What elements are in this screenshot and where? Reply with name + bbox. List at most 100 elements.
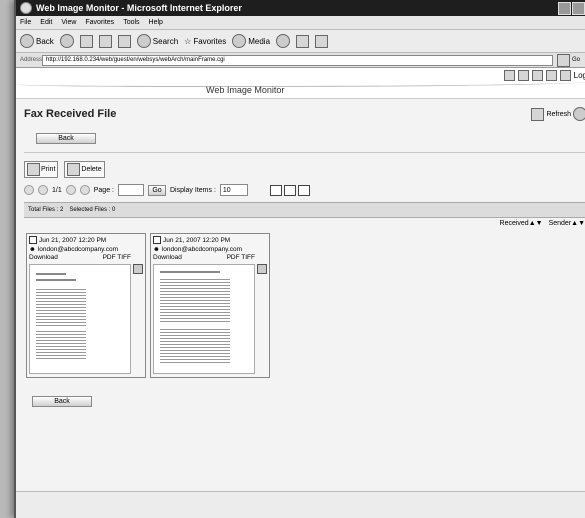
download-link[interactable]: Download — [29, 254, 58, 261]
download-link[interactable]: Download — [153, 254, 182, 261]
back-button-bottom[interactable]: Back — [32, 396, 92, 407]
title-bar: Web Image Monitor - Microsoft Internet E… — [16, 0, 585, 16]
mail-icon[interactable] — [296, 34, 310, 48]
sort-row: Received▲▼ Sender▲▼ — [24, 220, 585, 227]
file-card-header: Jun 21, 2007 12:20 PM — [151, 234, 269, 246]
file-sender-row: ☻ london@abcdcompany.com — [151, 246, 269, 253]
divider — [24, 152, 585, 153]
go-arrow-icon — [557, 53, 570, 67]
browser-back-button[interactable]: Back — [20, 34, 54, 48]
delete-label: Delete — [81, 166, 102, 173]
logout-label[interactable]: Log — [574, 71, 585, 80]
first-page-icon[interactable] — [24, 185, 34, 195]
file-links: Download PDF TIFF — [151, 253, 269, 262]
delete-button[interactable]: Delete — [64, 161, 105, 178]
display-items-select[interactable]: 10 — [219, 184, 248, 196]
file-type[interactable]: PDF TIFF — [227, 254, 255, 261]
icon-view-icon[interactable] — [283, 184, 296, 196]
file-card: Jun 21, 2007 12:20 PM ☻ london@abcdcompa… — [26, 233, 146, 378]
address-input[interactable]: http://192.168.0.234/web/guest/en/websys… — [42, 54, 553, 66]
print-label: Print — [41, 166, 56, 173]
favorites-button[interactable]: ☆ Favorites — [184, 37, 226, 46]
info-icon[interactable] — [545, 70, 557, 81]
prev-page-icon[interactable] — [38, 185, 48, 195]
file-sender: london@abcdcompany.com — [161, 246, 243, 253]
refresh-page-icon — [531, 107, 545, 121]
refresh-icon[interactable] — [98, 34, 112, 48]
maximize-icon[interactable] — [572, 1, 585, 15]
print-button[interactable]: Print — [24, 161, 59, 178]
page-input[interactable] — [117, 184, 144, 196]
file-sender: london@abcdcompany.com — [37, 246, 119, 253]
search-label: Search — [152, 36, 179, 46]
address-bar: Address http://192.168.0.234/web/guest/e… — [16, 53, 585, 68]
header-swoosh — [16, 78, 585, 87]
selected-files: Selected Files : 0 — [69, 207, 116, 213]
file-date: Jun 21, 2007 12:20 PM — [39, 236, 107, 244]
menu-tools[interactable]: Tools — [123, 19, 139, 26]
search-button[interactable]: Search — [136, 34, 179, 48]
file-type[interactable]: PDF TIFF — [103, 254, 131, 261]
user-icon: ☻ — [29, 246, 36, 253]
sort-sender[interactable]: Sender▲▼ — [549, 220, 585, 227]
media-label: Media — [248, 36, 271, 46]
stop-icon[interactable] — [79, 34, 93, 48]
app-title: Web Image Monitor — [206, 85, 285, 95]
print-toolbar-icon[interactable] — [315, 34, 329, 48]
file-checkbox[interactable] — [29, 236, 37, 244]
page-title-row: Fax Received File Refresh — [24, 103, 585, 125]
media-button[interactable]: Media — [232, 34, 270, 48]
app-header: Log Web Image Monitor — [16, 68, 585, 99]
history-icon[interactable] — [276, 34, 291, 48]
ie-logo-icon — [20, 2, 32, 14]
page-info: 1/1 — [52, 186, 62, 194]
file-thumbnails: Jun 21, 2007 12:20 PM ☻ london@abcdcompa… — [26, 233, 585, 378]
main-content: Fax Received File Refresh Back Print Del… — [16, 103, 585, 407]
file-sender-row: ☻ london@abcdcompany.com — [27, 246, 145, 253]
menu-favorites[interactable]: Favorites — [85, 19, 114, 26]
menu-view[interactable]: View — [61, 19, 76, 26]
action-row: Print Delete — [24, 161, 585, 178]
favorites-label: Favorites — [193, 36, 227, 46]
file-preview[interactable] — [153, 264, 255, 374]
window-controls — [558, 1, 585, 15]
home-header-icon[interactable] — [503, 70, 515, 81]
file-preview[interactable] — [29, 264, 131, 374]
menu-help[interactable]: Help — [149, 19, 163, 26]
file-card-header: Jun 21, 2007 12:20 PM — [27, 234, 145, 246]
last-page-icon[interactable] — [79, 185, 90, 195]
file-checkbox[interactable] — [153, 236, 161, 244]
forward-arrow-icon[interactable] — [59, 34, 74, 48]
next-page-icon[interactable] — [65, 185, 76, 195]
go-label: Go — [572, 57, 581, 63]
page-label: Page : — [93, 186, 114, 194]
minimize-icon[interactable] — [558, 1, 571, 15]
help-circle-icon[interactable] — [573, 107, 585, 121]
browser-window: Web Image Monitor - Microsoft Internet E… — [14, 0, 585, 518]
logout-icon[interactable] — [559, 70, 571, 81]
search-icon — [136, 34, 151, 48]
window-title: Web Image Monitor - Microsoft Internet E… — [36, 3, 242, 13]
file-links: Download PDF TIFF — [27, 253, 145, 262]
zoom-icon[interactable] — [257, 264, 267, 274]
search-header-icon[interactable] — [517, 70, 529, 81]
user-icon: ☻ — [153, 246, 160, 253]
menu-file[interactable]: File — [20, 19, 31, 26]
go-page-button[interactable]: Go — [147, 184, 166, 196]
file-card: Jun 21, 2007 12:20 PM ☻ london@abcdcompa… — [150, 233, 270, 378]
go-button[interactable]: Go — [553, 53, 585, 67]
status-bar — [16, 491, 585, 518]
home-icon[interactable] — [117, 34, 131, 48]
zoom-icon[interactable] — [133, 264, 143, 274]
refresh-button[interactable]: Refresh — [531, 107, 585, 121]
thumbnail-view-icon[interactable] — [269, 184, 282, 196]
sort-received[interactable]: Received▲▼ — [500, 220, 543, 227]
help-icon[interactable] — [531, 70, 543, 81]
header-tools: Log — [503, 70, 585, 81]
menu-edit[interactable]: Edit — [40, 19, 52, 26]
pager: 1/1 Page : Go Display Items : 10 — [24, 184, 585, 196]
total-files: Total Files : 2 — [28, 207, 64, 213]
display-items-label: Display Items : — [169, 186, 216, 194]
list-view-icon[interactable] — [297, 184, 310, 196]
back-button-top[interactable]: Back — [36, 133, 96, 144]
